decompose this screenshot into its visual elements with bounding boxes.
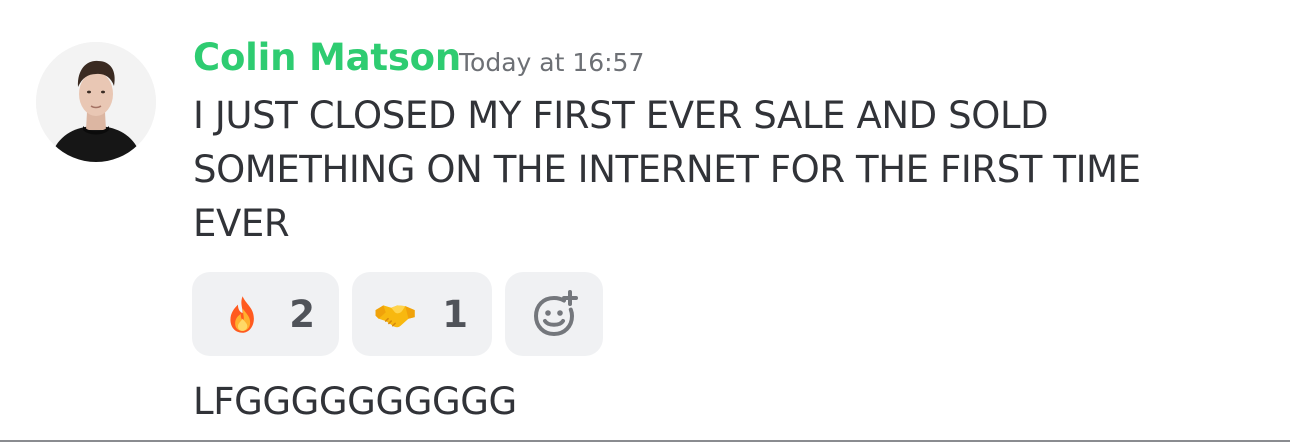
message-line: I JUST CLOSED MY FIRST EVER SALE AND SOL… xyxy=(193,94,1049,137)
divider xyxy=(0,440,1290,442)
message-timestamp: Today at 16:57 xyxy=(459,48,645,77)
fire-emoji-icon xyxy=(230,296,254,333)
message-body: I JUST CLOSED MY FIRST EVER SALE AND SOL… xyxy=(193,89,1203,251)
add-reaction-button[interactable] xyxy=(505,272,603,356)
reaction-bar: 2 1 xyxy=(192,272,603,356)
reaction-fire[interactable]: 2 xyxy=(192,272,339,356)
author-name[interactable]: Colin Matson xyxy=(193,34,461,82)
reaction-count: 1 xyxy=(442,292,468,336)
reaction-handshake[interactable]: 1 xyxy=(352,272,492,356)
reaction-count: 2 xyxy=(289,292,315,336)
followup-message: LFGGGGGGGGGG xyxy=(193,380,517,423)
avatar-photo xyxy=(36,42,156,162)
add-reaction-icon xyxy=(533,290,578,337)
message-line: EVER xyxy=(193,202,290,245)
avatar[interactable] xyxy=(36,42,156,162)
message-line: SOMETHING ON THE INTERNET FOR THE FIRST … xyxy=(193,148,1141,191)
handshake-emoji-icon xyxy=(375,305,415,328)
